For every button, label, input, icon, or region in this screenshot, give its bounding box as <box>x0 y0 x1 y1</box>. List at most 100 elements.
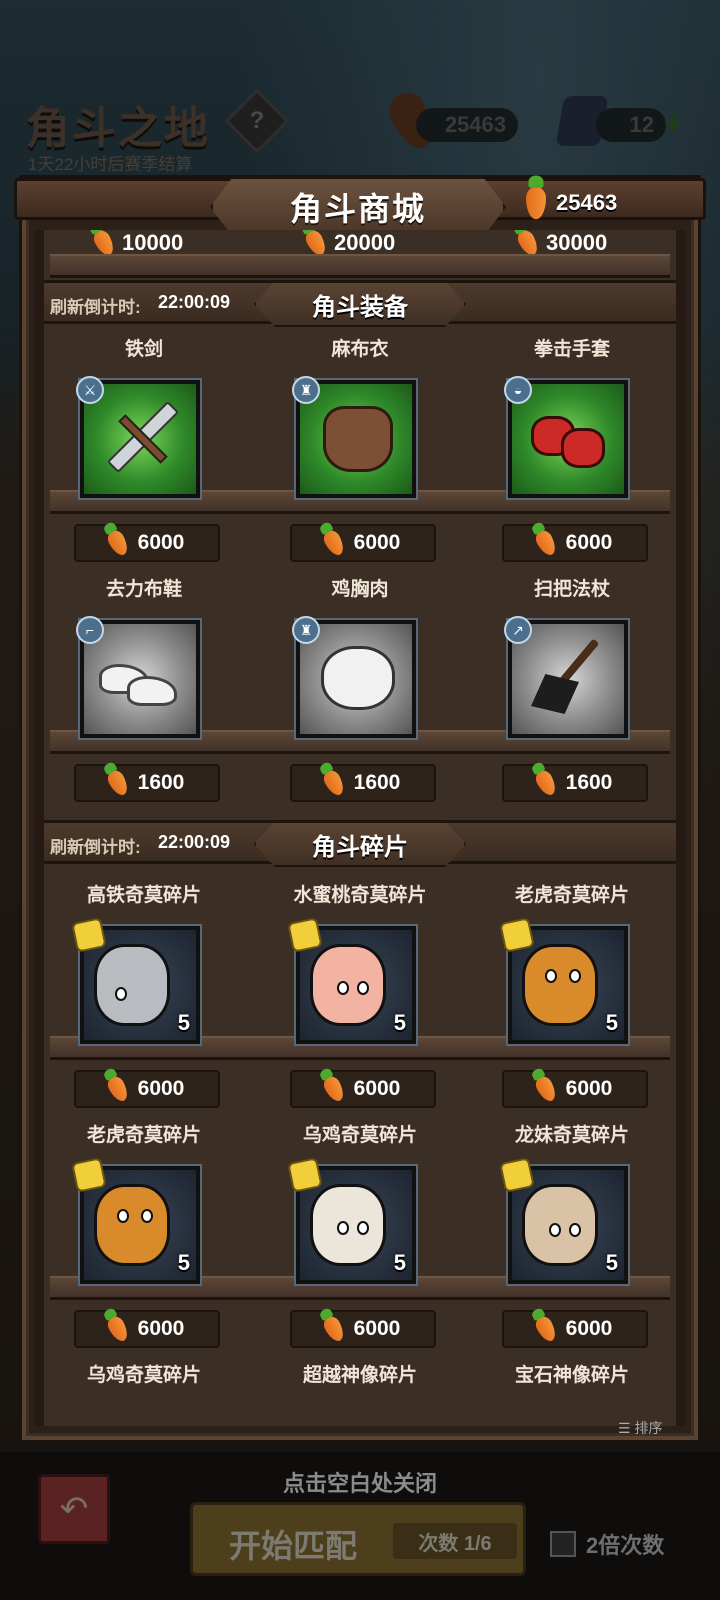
start-match-button[interactable]: 开始匹配 次数 1/6 <box>190 1502 526 1576</box>
item-price: 6000 <box>137 1077 185 1100</box>
shop-item[interactable]: 拳击手套 ◒ 6000 <box>472 328 672 568</box>
fragment-count: 5 <box>605 1010 618 1035</box>
back-button[interactable]: ↶ <box>38 1474 110 1544</box>
buy-button[interactable]: 1600 <box>74 764 220 802</box>
buy-button[interactable]: 6000 <box>290 524 436 562</box>
shop-item[interactable]: 扫把法杖 ↗ 1600 <box>472 568 672 808</box>
puzzle-piece-icon <box>499 1157 535 1193</box>
partial-name-row: 乌鸡奇莫碎片 超越神像碎片 宝石神像碎片 <box>44 1354 676 1394</box>
item-icon-frame: 5 <box>71 917 202 1046</box>
section-title-plate: 角斗碎片 <box>254 821 466 867</box>
double-times-checkbox[interactable] <box>550 1531 576 1557</box>
item-price: 6000 <box>137 1317 185 1340</box>
section-header-equipment: 刷新倒计时: 22:00:09 角斗装备 <box>44 280 676 327</box>
item-price: 6000 <box>353 1317 401 1340</box>
carrot-icon <box>320 767 347 799</box>
item-price: 6000 <box>565 1077 613 1100</box>
item-price: 6000 <box>565 1317 613 1340</box>
shop-item[interactable]: 龙妹奇莫碎片 5 6000 <box>472 1114 672 1354</box>
modal-title: 角斗商城 <box>289 191 426 227</box>
section-title: 角斗装备 <box>312 293 408 321</box>
cloth-shoes-icon <box>95 634 185 724</box>
item-icon-frame: 5 <box>499 1157 630 1286</box>
shop-item[interactable]: 水蜜桃奇莫碎片 5 6000 <box>260 874 460 1114</box>
shop-scroll-area[interactable]: 10000 20000 30000 刷新倒计时: 22:00:09 角斗装备 铁… <box>34 230 686 1426</box>
shop-item[interactable]: 老虎奇莫碎片 5 6000 <box>44 1114 244 1354</box>
item-icon-frame: 5 <box>499 917 630 1046</box>
item-icon-frame: ♜ <box>292 616 418 740</box>
item-row: 去力布鞋 ⌐ 1600 鸡胸肉 ♜ 1600 扫把法杖 ↗ 1600 <box>44 568 676 808</box>
buy-button[interactable]: 1600 <box>502 764 648 802</box>
fragment-count: 5 <box>605 1250 618 1275</box>
item-row: 铁剑 ⚔ 6000 麻布衣 ♜ 6000 拳击手套 ◒ 6000 <box>44 328 676 568</box>
item-price: 1600 <box>137 771 185 794</box>
buy-button[interactable]: 1600 <box>290 764 436 802</box>
carrot-icon <box>320 1313 347 1345</box>
buy-button[interactable]: 6000 <box>502 524 648 562</box>
refresh-timer: 22:00:09 <box>158 832 231 852</box>
buy-button[interactable]: 6000 <box>74 1310 220 1348</box>
shop-item[interactable]: 去力布鞋 ⌐ 1600 <box>44 568 244 808</box>
item-name: 宝石神像碎片 <box>514 1365 629 1386</box>
buy-button[interactable]: 6000 <box>502 1070 648 1108</box>
section-title: 角斗碎片 <box>312 833 408 861</box>
item-name: 麻布衣 <box>331 339 389 360</box>
buy-button[interactable]: 6000 <box>74 1070 220 1108</box>
shop-item[interactable]: 高铁奇莫碎片 5 6000 <box>44 874 244 1114</box>
double-times-toggle[interactable]: 2倍次数 <box>550 1528 664 1560</box>
character-portrait <box>522 944 598 1026</box>
puzzle-piece-icon <box>71 917 107 953</box>
item-price: 1600 <box>353 771 401 794</box>
section-title-plate: 角斗装备 <box>254 281 466 327</box>
item-price: 1600 <box>565 771 613 794</box>
shop-item[interactable]: 鸡胸肉 ♜ 1600 <box>260 568 460 808</box>
item-name: 老虎奇莫碎片 <box>514 885 629 906</box>
item-icon-frame: 5 <box>71 1157 202 1286</box>
shop-item[interactable]: 乌鸡奇莫碎片 5 6000 <box>260 1114 460 1354</box>
modal-title-plate: 角斗商城 <box>210 176 506 238</box>
shop-item[interactable]: 麻布衣 ♜ 6000 <box>260 328 460 568</box>
item-name: 乌鸡奇莫碎片 <box>86 1365 201 1386</box>
carrot-icon <box>320 1073 347 1105</box>
item-name: 龙妹奇莫碎片 <box>514 1125 629 1146</box>
shop-item[interactable]: 老虎奇莫碎片 5 6000 <box>472 874 672 1114</box>
carrot-icon <box>320 527 347 559</box>
character-portrait <box>94 1184 170 1266</box>
carrot-icon <box>104 1073 131 1105</box>
shop-item[interactable]: 铁剑 ⚔ 6000 <box>44 328 244 568</box>
item-price: 6000 <box>353 1077 401 1100</box>
character-portrait <box>94 944 170 1026</box>
buy-button[interactable]: 6000 <box>290 1310 436 1348</box>
character-portrait <box>310 1184 386 1266</box>
puzzle-piece-icon <box>71 1157 107 1193</box>
boxing-glove-icon <box>523 394 613 484</box>
fragment-count: 5 <box>393 1010 406 1035</box>
broom-staff-icon <box>523 634 613 724</box>
item-name: 拳击手套 <box>533 339 610 360</box>
refresh-label: 刷新倒计时: <box>50 298 141 317</box>
carrot-icon <box>532 1073 559 1105</box>
chicken-breast-icon <box>311 634 401 724</box>
carrot-icon <box>104 527 131 559</box>
fragment-count: 5 <box>177 1250 190 1275</box>
buy-button[interactable]: 6000 <box>502 1310 648 1348</box>
item-name: 乌鸡奇莫碎片 <box>302 1125 417 1146</box>
item-icon-frame: ⚔ <box>76 376 202 500</box>
refresh-timer: 22:00:09 <box>158 292 231 312</box>
item-row: 高铁奇莫碎片 5 6000 水蜜桃奇莫碎片 5 6000 老虎奇莫碎片 5 60… <box>44 874 676 1114</box>
linen-shirt-icon <box>311 394 401 484</box>
sort-button[interactable]: ☰ 排序 <box>618 1418 662 1438</box>
item-row: 老虎奇莫碎片 5 6000 乌鸡奇莫碎片 5 6000 龙妹奇莫碎片 5 600… <box>44 1114 676 1354</box>
start-match-label: 开始匹配 <box>229 1528 358 1564</box>
character-portrait <box>310 944 386 1026</box>
item-name: 铁剑 <box>124 339 163 360</box>
buy-button[interactable]: 6000 <box>290 1070 436 1108</box>
refresh-label: 刷新倒计时: <box>50 838 141 857</box>
item-price: 6000 <box>137 531 185 554</box>
item-icon-frame: ↗ <box>504 616 630 740</box>
item-icon-frame: ♜ <box>292 376 418 500</box>
buy-button[interactable]: 6000 <box>74 524 220 562</box>
item-icon-frame: 5 <box>287 1157 418 1286</box>
shop-currency: 25463 <box>526 175 690 222</box>
section-header-fragments: 刷新倒计时: 22:00:09 角斗碎片 <box>44 820 676 867</box>
